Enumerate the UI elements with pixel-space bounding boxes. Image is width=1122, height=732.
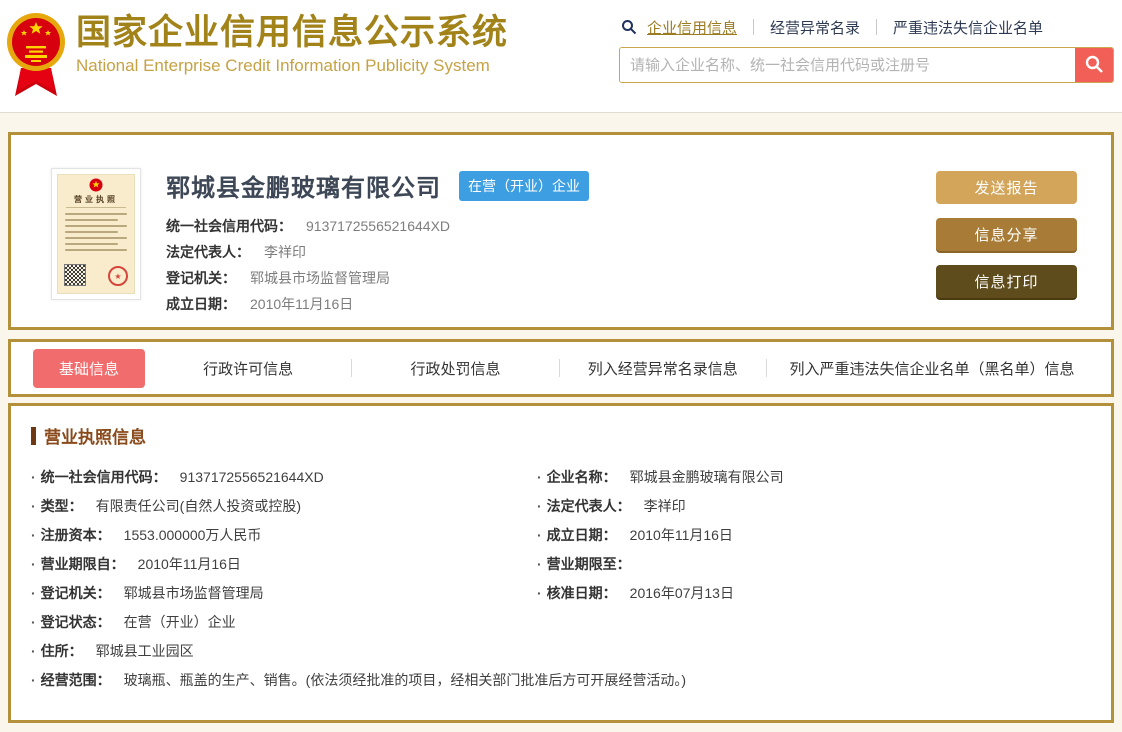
action-buttons: 发送报告 信息分享 信息打印	[936, 171, 1077, 298]
field-row: 登记状态： 在营（开业）企业	[31, 607, 537, 636]
company-name: 郓城县金鹏玻璃有限公司	[166, 175, 441, 202]
nav-separator	[753, 19, 755, 35]
company-summary-info: 郓城县金鹏玻璃有限公司 在营（开业）企业 统一社会信用代码： 913717255…	[166, 168, 589, 327]
field-label: 法定代表人：	[166, 244, 250, 260]
field-row: 统一社会信用代码： 9137172556521644XD	[31, 462, 537, 491]
header-nav: 企业信用信息 经营异常名录 严重违法失信企业名单	[619, 16, 1114, 38]
header-search-area: 企业信用信息 经营异常名录 严重违法失信企业名单	[619, 16, 1114, 83]
field-value: 郓城县工业园区	[95, 642, 194, 659]
search-icon	[621, 19, 637, 35]
share-info-button[interactable]: 信息分享	[936, 218, 1077, 251]
field-label: 营业期限至：	[546, 555, 631, 572]
business-scope-row: 经营范围： 玻璃瓶、瓶盖的生产、销售。(依法须经批准的项目，经相关部门批准后方可…	[31, 665, 1091, 694]
field-label: 经营范围：	[40, 671, 111, 688]
field-value: 郓城县市场监督管理局	[123, 584, 264, 601]
business-license-paper: 营业执照 ★	[57, 174, 135, 294]
license-title: 营业执照	[74, 195, 118, 204]
tab-blacklist[interactable]: 列入严重违法失信企业名单（黑名单）信息	[789, 361, 1074, 378]
field-label: 注册资本：	[40, 526, 111, 543]
field-value: 李祥印	[264, 244, 306, 260]
field-value: 2010年11月16日	[629, 526, 733, 543]
field-row: 核准日期： 2016年07月13日	[537, 578, 1091, 607]
nav-separator	[876, 19, 878, 35]
tab-abnormal-operations[interactable]: 列入经营异常名录信息	[588, 361, 738, 378]
detail-column-left: 统一社会信用代码： 9137172556521644XD 类型： 有限责任公司(…	[31, 462, 537, 665]
field-row: 企业名称： 郓城县金鹏玻璃有限公司	[537, 462, 1091, 491]
field-row: 登记机关： 郓城县市场监督管理局	[31, 578, 537, 607]
print-info-button[interactable]: 信息打印	[936, 265, 1077, 298]
nav-link-enterprise-credit[interactable]: 企业信用信息	[647, 17, 737, 38]
field-label: 企业名称：	[546, 468, 617, 485]
site-title-block: 国家企业信用信息公示系统 National Enterprise Credit …	[76, 13, 509, 76]
field-label: 登记机关：	[40, 584, 111, 601]
nav-link-abnormal-operations[interactable]: 经营异常名录	[770, 17, 860, 38]
field-row: 法定代表人： 李祥印	[537, 491, 1091, 520]
company-summary-card: 营业执照 ★ 郓城县金鹏玻璃有限公司 在营（开业）企业 统一社会信用代码： 91…	[8, 132, 1114, 330]
site-title-cn: 国家企业信用信息公示系统	[76, 13, 509, 52]
tab-admin-penalty[interactable]: 行政处罚信息	[410, 361, 500, 378]
field-row: 类型： 有限责任公司(自然人投资或控股)	[31, 491, 537, 520]
field-value: 有限责任公司(自然人投资或控股)	[95, 497, 301, 514]
field-value: 在营（开业）企业	[123, 613, 236, 630]
field-value: 1553.000000万人民币	[123, 526, 262, 543]
search-icon	[1084, 54, 1104, 77]
field-row: 成立日期： 2010年11月16日	[166, 294, 589, 320]
field-value: 玻璃瓶、瓶盖的生产、销售。(依法须经批准的项目，经相关部门批准后方可开展经营活动…	[123, 671, 686, 688]
license-info-card: 营业执照信息 统一社会信用代码： 9137172556521644XD 类型： …	[8, 403, 1114, 723]
license-text-lines	[65, 213, 127, 251]
tab-admin-license[interactable]: 行政许可信息	[203, 361, 293, 378]
field-row: 营业期限至：	[537, 549, 1091, 578]
field-row: 营业期限自： 2010年11月16日	[31, 549, 537, 578]
field-value: 2010年11月16日	[250, 296, 354, 312]
status-badge: 在营（开业）企业	[459, 170, 589, 201]
license-red-seal-icon: ★	[108, 266, 128, 286]
field-value: 李祥印	[643, 497, 686, 514]
field-label: 统一社会信用代码：	[40, 468, 167, 485]
field-value: 郓城县市场监督管理局	[250, 270, 390, 286]
send-report-button[interactable]: 发送报告	[936, 171, 1077, 204]
field-label: 营业期限自：	[40, 555, 125, 572]
summary-fields: 统一社会信用代码： 9137172556521644XD 法定代表人： 李祥印 …	[166, 216, 589, 320]
field-label: 统一社会信用代码：	[166, 218, 292, 234]
field-value: 9137172556521644XD	[306, 218, 451, 234]
section-title: 营业执照信息	[31, 423, 1091, 448]
field-label: 核准日期：	[546, 584, 617, 601]
field-label: 类型：	[40, 497, 83, 514]
field-value: 2010年11月16日	[137, 555, 241, 572]
field-value: 2016年07月13日	[629, 584, 734, 601]
field-value: 郓城县金鹏玻璃有限公司	[629, 468, 784, 485]
field-label: 成立日期：	[546, 526, 617, 543]
field-label: 登记机关：	[166, 270, 236, 286]
field-row: 登记机关： 郓城县市场监督管理局	[166, 268, 589, 294]
nav-link-serious-violations[interactable]: 严重违法失信企业名单	[893, 17, 1043, 38]
site-title-en: National Enterprise Credit Information P…	[76, 55, 490, 75]
field-label: 登记状态：	[40, 613, 111, 630]
tab-bar: 基础信息 行政许可信息 行政处罚信息 列入经营异常名录信息 列入严重违法失信企业…	[8, 339, 1114, 397]
search-bar	[619, 47, 1114, 83]
detail-column-right: 企业名称： 郓城县金鹏玻璃有限公司 法定代表人： 李祥印 成立日期： 2010年…	[537, 462, 1091, 665]
search-input[interactable]	[620, 48, 1075, 82]
field-row: 法定代表人： 李祥印	[166, 242, 589, 268]
license-qr-code	[64, 264, 86, 286]
tab-basic-info[interactable]: 基础信息	[33, 348, 146, 388]
field-row: 住所： 郓城县工业园区	[31, 636, 537, 665]
license-rule	[66, 207, 126, 208]
field-label: 成立日期：	[166, 296, 236, 312]
license-emblem-icon	[89, 178, 103, 192]
field-row: 成立日期： 2010年11月16日	[537, 520, 1091, 549]
field-label: 住所：	[40, 642, 83, 659]
field-label: 法定代表人：	[546, 497, 631, 514]
page-header: 国家企业信用信息公示系统 National Enterprise Credit …	[0, 0, 1122, 113]
license-detail-columns: 统一社会信用代码： 9137172556521644XD 类型： 有限责任公司(…	[31, 462, 1091, 665]
field-value: 9137172556521644XD	[179, 468, 324, 485]
business-license-image[interactable]: 营业执照 ★	[51, 168, 141, 300]
field-row: 注册资本： 1553.000000万人民币	[31, 520, 537, 549]
field-row: 统一社会信用代码： 9137172556521644XD	[166, 216, 589, 242]
search-button[interactable]	[1075, 48, 1113, 82]
national-emblem-logo	[7, 13, 65, 96]
